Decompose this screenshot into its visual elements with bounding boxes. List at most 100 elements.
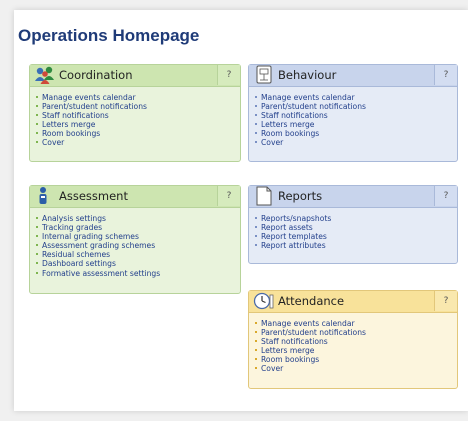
coordination-links: Manage events calendar Parent/student no… <box>36 93 147 148</box>
list-item[interactable]: Report attributes <box>255 241 331 250</box>
link-text[interactable]: Manage events calendar <box>42 93 136 102</box>
link-text[interactable]: Parent/student notifications <box>42 102 147 111</box>
bullet-icon <box>255 141 257 144</box>
reports-help-button[interactable]: ? <box>434 186 457 206</box>
coordination-panel-title[interactable]: Coordination <box>59 68 133 82</box>
assessment-panel-title[interactable]: Assessment <box>59 189 128 203</box>
bullet-icon <box>255 217 257 219</box>
bullet-icon <box>255 114 257 117</box>
bullet-icon <box>255 226 257 229</box>
list-item[interactable]: Letters merge <box>255 120 366 129</box>
list-item[interactable]: Parent/student notifications <box>36 102 147 111</box>
bullet-icon <box>255 235 257 238</box>
list-item[interactable]: Staff notifications <box>255 337 366 346</box>
list-item[interactable]: Report assets <box>255 223 331 232</box>
list-item[interactable]: Letters merge <box>255 346 366 355</box>
link-text[interactable]: Report assets <box>261 223 313 232</box>
list-item[interactable]: Internal grading schemes <box>36 232 160 241</box>
link-text[interactable]: Room bookings <box>261 355 319 364</box>
link-text[interactable]: Staff notifications <box>42 111 109 120</box>
link-text[interactable]: Assessment grading schemes <box>42 241 155 250</box>
bullet-icon <box>36 226 38 229</box>
link-text[interactable]: Cover <box>42 138 64 147</box>
behaviour-panel-header: Behaviour ? <box>249 65 457 87</box>
link-text[interactable]: Analysis settings <box>42 214 106 223</box>
attendance-panel-title[interactable]: Attendance <box>278 294 344 308</box>
list-item[interactable]: Report templates <box>255 232 331 241</box>
behaviour-help-button[interactable]: ? <box>434 65 457 85</box>
link-text[interactable]: Report attributes <box>261 241 326 250</box>
attendance-links: Manage events calendar Parent/student no… <box>255 319 366 374</box>
attendance-help-button[interactable]: ? <box>434 291 457 311</box>
link-text[interactable]: Room bookings <box>261 129 319 138</box>
list-item[interactable]: Analysis settings <box>36 214 160 223</box>
bullet-icon <box>36 114 38 117</box>
assessment-links: Analysis settings Tracking grades Intern… <box>36 214 160 278</box>
list-item[interactable]: Manage events calendar <box>255 93 366 102</box>
coordination-panel-header: Coordination ? <box>30 65 240 87</box>
bullet-icon <box>255 349 257 352</box>
coordination-panel: Coordination ? Manage events calendar Pa… <box>29 64 241 162</box>
link-text[interactable]: Internal grading schemes <box>42 232 139 241</box>
link-text[interactable]: Parent/student notifications <box>261 102 366 111</box>
link-text[interactable]: Cover <box>261 138 283 147</box>
link-text[interactable]: Residual schemes <box>42 250 110 259</box>
link-text[interactable]: Manage events calendar <box>261 93 355 102</box>
certificate-icon <box>253 65 275 85</box>
link-text[interactable]: Staff notifications <box>261 111 328 120</box>
list-item[interactable]: Staff notifications <box>36 111 147 120</box>
link-text[interactable]: Letters merge <box>261 346 314 355</box>
link-text[interactable]: Reports/snapshots <box>261 214 331 223</box>
attendance-panel-header: Attendance ? <box>249 291 457 313</box>
bullet-icon <box>36 132 38 135</box>
coordination-help-button[interactable]: ? <box>217 65 240 85</box>
bullet-icon <box>36 217 38 219</box>
list-item[interactable]: Staff notifications <box>255 111 366 120</box>
list-item[interactable]: Room bookings <box>255 129 366 138</box>
bullet-icon <box>36 105 38 108</box>
link-text[interactable]: Dashboard settings <box>42 259 116 268</box>
link-text[interactable]: Letters merge <box>42 120 95 129</box>
link-text[interactable]: Formative assessment settings <box>42 269 160 278</box>
bullet-icon <box>36 262 38 265</box>
link-text[interactable]: Report templates <box>261 232 327 241</box>
list-item[interactable]: Residual schemes <box>36 250 160 259</box>
person-icon <box>34 186 56 206</box>
link-text[interactable]: Letters merge <box>261 120 314 129</box>
list-item[interactable]: Room bookings <box>255 355 366 364</box>
bullet-icon <box>255 340 257 343</box>
list-item[interactable]: Manage events calendar <box>255 319 366 328</box>
list-item[interactable]: Formative assessment settings <box>36 269 160 278</box>
link-text[interactable]: Cover <box>261 364 283 373</box>
bullet-icon <box>255 244 257 247</box>
list-item[interactable]: Parent/student notifications <box>255 102 366 111</box>
list-item[interactable]: Cover <box>255 364 366 373</box>
list-item[interactable]: Letters merge <box>36 120 147 129</box>
assessment-help-button[interactable]: ? <box>217 186 240 206</box>
bullet-icon <box>36 244 38 247</box>
link-text[interactable]: Parent/student notifications <box>261 328 366 337</box>
list-item[interactable]: Cover <box>36 138 147 147</box>
link-text[interactable]: Room bookings <box>42 129 100 138</box>
page-title: Operations Homepage <box>18 26 200 45</box>
list-item[interactable]: Assessment grading schemes <box>36 241 160 250</box>
bullet-icon <box>36 141 38 144</box>
list-item[interactable]: Parent/student notifications <box>255 328 366 337</box>
attendance-panel: Attendance ? Manage events calendar Pare… <box>248 290 458 389</box>
assessment-panel-header: Assessment ? <box>30 186 240 208</box>
list-item[interactable]: Reports/snapshots <box>255 214 331 223</box>
list-item[interactable]: Dashboard settings <box>36 259 160 268</box>
link-text[interactable]: Manage events calendar <box>261 319 355 328</box>
reports-panel-title[interactable]: Reports <box>278 189 322 203</box>
list-item[interactable]: Tracking grades <box>36 223 160 232</box>
link-text[interactable]: Staff notifications <box>261 337 328 346</box>
behaviour-links: Manage events calendar Parent/student no… <box>255 93 366 148</box>
list-item[interactable]: Room bookings <box>36 129 147 138</box>
behaviour-panel-title[interactable]: Behaviour <box>278 68 336 82</box>
bullet-icon <box>36 96 38 98</box>
assessment-panel: Assessment ? Analysis settings Tracking … <box>29 185 241 294</box>
link-text[interactable]: Tracking grades <box>42 223 102 232</box>
list-item[interactable]: Cover <box>255 138 366 147</box>
bullet-icon <box>255 105 257 108</box>
list-item[interactable]: Manage events calendar <box>36 93 147 102</box>
